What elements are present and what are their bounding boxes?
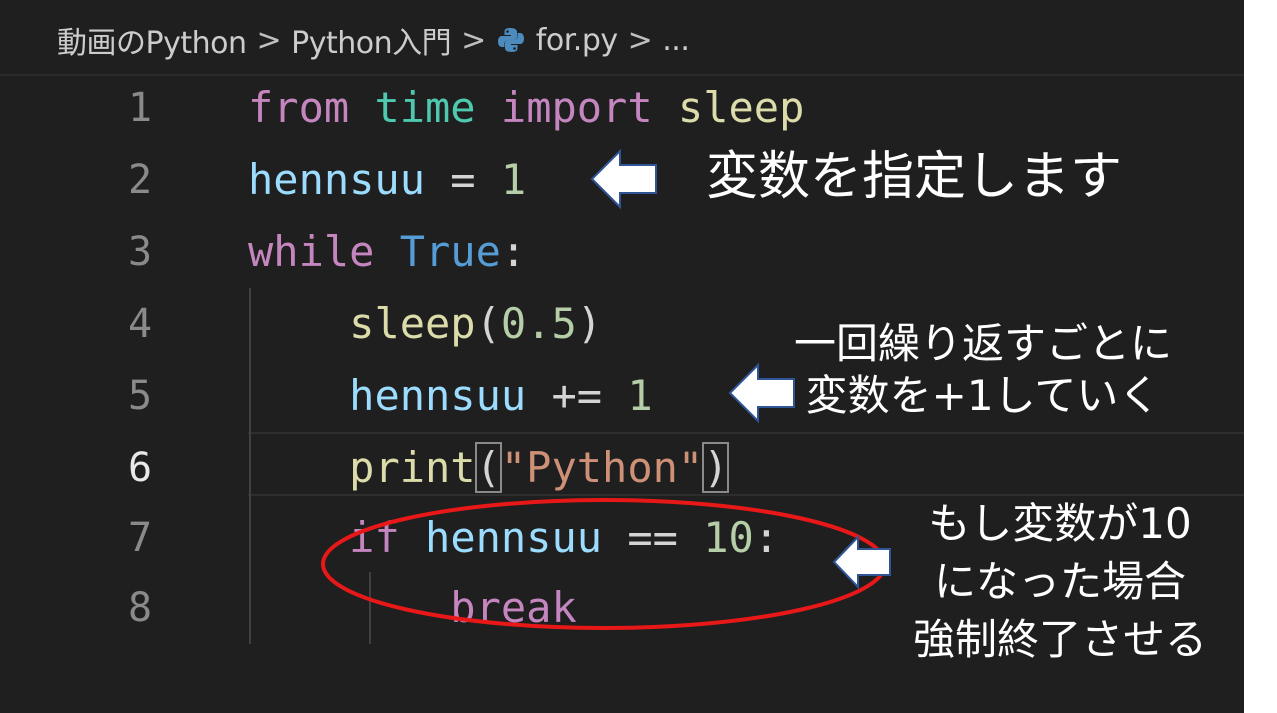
line-number: 3 (127, 229, 153, 275)
annotation-break-line2: になった場合 (933, 557, 1186, 606)
breadcrumb-divider (0, 74, 1244, 76)
breadcrumb: 動画のPython > Python入門 > for.py > ... (57, 18, 690, 62)
code-token: sleep (349, 299, 476, 348)
line-number: 1 (127, 85, 153, 131)
line-number: 7 (127, 515, 153, 561)
highlight-ellipse (321, 498, 887, 630)
annotation-break-line1: もし変数が10 (928, 499, 1192, 548)
code-token: True (399, 227, 501, 276)
breadcrumb-item-more[interactable]: ... (662, 23, 690, 58)
code-token: time (374, 83, 476, 132)
code-token: += (526, 371, 628, 420)
annotation-break: もし変数が10 になった場合 強制終了させる (885, 495, 1235, 669)
code-text[interactable]: while True: (248, 222, 526, 282)
code-token: sleep (677, 83, 805, 132)
code-token: ( (475, 299, 501, 348)
line-number: 8 (127, 585, 153, 631)
code-token: ) (702, 442, 730, 493)
arrow-left-icon (832, 534, 891, 590)
line-number: 4 (127, 301, 153, 347)
code-token: = (425, 155, 501, 204)
annotation-increment-line1: 一回繰り返すごとに (794, 319, 1173, 368)
code-text[interactable]: hennsuu = 1 (248, 150, 526, 210)
arrow-left-icon (728, 362, 795, 424)
code-text[interactable]: from time import sleep (248, 78, 804, 138)
breadcrumb-item-subfolder[interactable]: Python入門 (291, 18, 452, 62)
code-token: hennsuu (349, 371, 527, 420)
code-text[interactable]: print("Python") (248, 438, 730, 498)
code-line[interactable]: 6 print("Python") (0, 438, 1244, 498)
breadcrumb-separator: > (256, 22, 282, 58)
line-number: 2 (127, 157, 153, 203)
code-token: "Python" (500, 443, 704, 492)
code-text[interactable]: sleep(0.5) (248, 294, 602, 354)
line-number: 5 (127, 373, 153, 419)
code-token: : (500, 227, 527, 276)
code-token: ( (474, 442, 502, 493)
code-line[interactable]: 1 from time import sleep (0, 78, 1244, 138)
code-token: from (248, 83, 350, 132)
breadcrumb-separator: > (627, 22, 653, 58)
breadcrumb-item-folder[interactable]: 動画のPython (57, 18, 247, 62)
code-token: 1 (627, 371, 653, 420)
code-token: while (248, 227, 375, 276)
code-token: 0.5 (500, 299, 577, 348)
code-token: import (500, 83, 653, 132)
line-number: 6 (127, 445, 153, 491)
breadcrumb-item-file[interactable]: for.py (536, 23, 618, 58)
arrow-left-icon (590, 148, 657, 210)
code-token: ) (576, 299, 603, 348)
code-line[interactable]: 3 while True: (0, 222, 1244, 282)
code-text[interactable]: hennsuu += 1 (248, 366, 653, 426)
annotation-increment: 一回繰り返すごとに 変数を+1していく (794, 318, 1172, 422)
breadcrumb-separator: > (461, 22, 486, 58)
code-token: hennsuu (248, 155, 426, 204)
code-token: 1 (500, 155, 527, 204)
python-icon (496, 25, 526, 55)
annotation-variable: 変数を指定します (706, 147, 1123, 207)
annotation-break-line3: 強制終了させる (912, 615, 1207, 664)
code-token: print (349, 443, 476, 492)
annotation-increment-line2: 変数を+1していく (805, 371, 1161, 420)
